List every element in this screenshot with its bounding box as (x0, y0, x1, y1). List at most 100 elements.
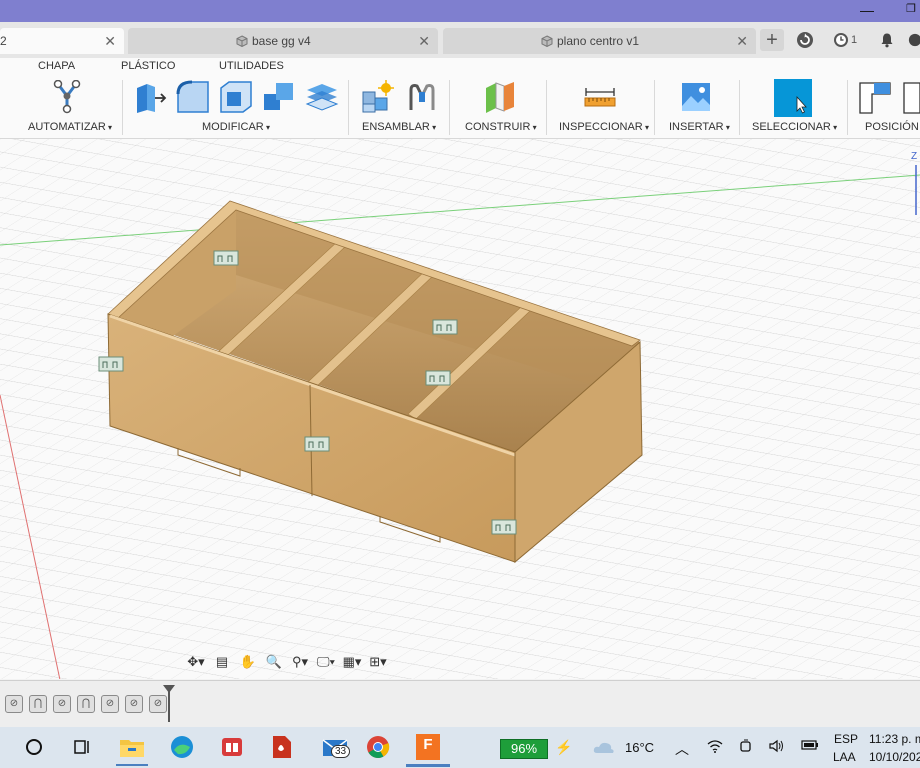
window-title-bar: — ❐ (0, 0, 920, 22)
new-component-icon[interactable] (360, 80, 394, 114)
group-ensamblar[interactable]: ENSAMBLAR (362, 121, 436, 133)
refresh-circle-icon (797, 32, 813, 48)
timeline-feature-icon[interactable]: ⊘ (125, 695, 143, 713)
tab-utilidades[interactable]: UTILIDADES (219, 60, 284, 72)
position-icon[interactable] (858, 80, 892, 114)
timeline-marker-handle[interactable] (163, 685, 175, 693)
component-icon (236, 35, 248, 47)
extensions-button[interactable] (794, 29, 816, 51)
capture-position-icon[interactable] (900, 80, 920, 114)
job-status-button[interactable]: 1 (830, 29, 860, 51)
close-icon[interactable]: ✕ (418, 33, 430, 50)
weather-icon[interactable] (592, 739, 616, 758)
tab-label: plano centro v1 (557, 34, 640, 48)
notifications-button[interactable] (876, 29, 898, 51)
tab-label: 2 (0, 34, 7, 48)
viewcube-axis-label[interactable]: Z (911, 151, 917, 162)
clock-date[interactable]: 10/10/2023 (869, 750, 920, 764)
active-indicator (116, 764, 148, 766)
close-icon[interactable]: ✕ (104, 33, 116, 50)
group-construir[interactable]: CONSTRUIR (465, 121, 537, 133)
chevron-up-icon[interactable]: ︿ (675, 739, 689, 759)
close-icon[interactable]: ✕ (736, 33, 748, 50)
divider (739, 80, 740, 135)
joint-glyph[interactable] (98, 356, 124, 372)
help-button[interactable] (908, 29, 920, 51)
joint-glyph[interactable] (432, 319, 458, 335)
temperature[interactable]: 16°C (625, 740, 654, 755)
offset-face-icon[interactable] (305, 80, 339, 114)
timeline-feature-icon[interactable]: ⊘ (5, 695, 23, 713)
zoom-icon[interactable]: 🔍 (264, 652, 284, 672)
tab-base-gg[interactable]: base gg v4 ✕ (128, 28, 438, 54)
joint-icon[interactable] (405, 80, 439, 114)
battery-indicator[interactable]: 96% (500, 739, 548, 759)
mail-icon[interactable]: 33 (316, 733, 354, 761)
fusion-label: F (416, 734, 440, 760)
grid-settings-icon[interactable]: ▦▾ (342, 652, 362, 672)
joint-glyph[interactable] (425, 370, 451, 386)
battery-icon[interactable] (801, 739, 819, 754)
group-automatizar[interactable]: AUTOMATIZAR (28, 121, 112, 133)
select-icon[interactable] (774, 79, 812, 117)
minimize-button[interactable]: — (860, 2, 874, 18)
timeline-feature-icon[interactable]: ⊘ (149, 695, 167, 713)
divider (546, 80, 547, 135)
viewports-icon[interactable]: ⊞▾ (368, 652, 388, 672)
clock-time[interactable]: 11:23 p. m. (869, 732, 920, 746)
tab-label: base gg v4 (252, 34, 311, 48)
group-insertar[interactable]: INSERTAR (669, 121, 730, 133)
plane-icon[interactable] (482, 80, 516, 114)
3d-viewport[interactable]: Z (0, 139, 920, 679)
pan-hand-icon[interactable]: ✋ (238, 652, 258, 672)
shell-icon[interactable] (219, 80, 253, 114)
volume-icon[interactable] (769, 739, 785, 756)
look-at-icon[interactable]: ▤ (212, 652, 232, 672)
tab-plano-centro[interactable]: plano centro v1 ✕ (443, 28, 756, 54)
pdf-app-icon[interactable] (268, 733, 296, 761)
group-modificar[interactable]: MODIFICAR (202, 121, 270, 133)
timeline-feature-icon[interactable]: ⊘ (101, 695, 119, 713)
display-settings-icon[interactable]: 🖵▾ (316, 652, 336, 672)
insert-image-icon[interactable] (680, 80, 714, 114)
wifi-icon[interactable] (707, 739, 723, 756)
extrude-icon[interactable] (133, 80, 167, 114)
tab-document-active[interactable]: 2 ✕ (0, 28, 124, 54)
timeline-joint-icon[interactable]: ⋂ (29, 695, 47, 713)
joint-glyph[interactable] (491, 519, 517, 535)
component-icon (541, 35, 553, 47)
automate-icon[interactable] (50, 80, 84, 114)
search-icon[interactable] (20, 733, 48, 761)
toolbar-ribbon: CHAPA PLÁSTICO UTILIDADES AUTOMATIZAR MO… (0, 58, 920, 139)
language-indicator-bottom[interactable]: LAA (833, 750, 856, 764)
joint-glyph[interactable] (304, 436, 330, 452)
edge-browser-icon[interactable] (168, 733, 196, 761)
file-explorer-icon[interactable] (118, 733, 146, 761)
timeline-joint-icon[interactable]: ⋂ (77, 695, 95, 713)
fillet-icon[interactable] (176, 80, 210, 114)
navigation-bar: ✥▾ ▤ ✋ 🔍 ⚲▾ 🖵▾ ▦▾ ⊞▾ (186, 650, 388, 674)
tab-plastico[interactable]: PLÁSTICO (121, 60, 175, 72)
tab-chapa[interactable]: CHAPA (38, 60, 75, 72)
joint-glyph[interactable] (213, 250, 239, 266)
orbit-icon[interactable]: ✥▾ (186, 652, 206, 672)
canvas-scene[interactable]: Z (0, 139, 920, 679)
fusion-360-icon[interactable]: F (414, 733, 442, 761)
windows-taskbar: 33 F 96% ⚡ 16°C ︿ ESP LAA 11:23 p. m. 10… (0, 727, 920, 768)
group-seleccionar[interactable]: SELECCIONAR (752, 121, 837, 133)
clock-icon (833, 33, 848, 47)
reader-app-icon[interactable] (218, 733, 246, 761)
new-tab-button[interactable]: + (760, 29, 784, 51)
divider (348, 80, 349, 135)
meet-now-icon[interactable] (739, 739, 753, 756)
group-posicion[interactable]: POSICIÓN (865, 121, 920, 133)
timeline-feature-icon[interactable]: ⊘ (53, 695, 71, 713)
group-inspeccionar[interactable]: INSPECCIONAR (559, 121, 649, 133)
measure-icon[interactable] (583, 80, 617, 114)
zoom-window-icon[interactable]: ⚲▾ (290, 652, 310, 672)
restore-button[interactable]: ❐ (906, 2, 916, 15)
language-indicator-top[interactable]: ESP (834, 732, 858, 746)
task-view-icon[interactable] (68, 733, 96, 761)
combine-icon[interactable] (262, 80, 296, 114)
chrome-icon[interactable] (364, 733, 392, 761)
